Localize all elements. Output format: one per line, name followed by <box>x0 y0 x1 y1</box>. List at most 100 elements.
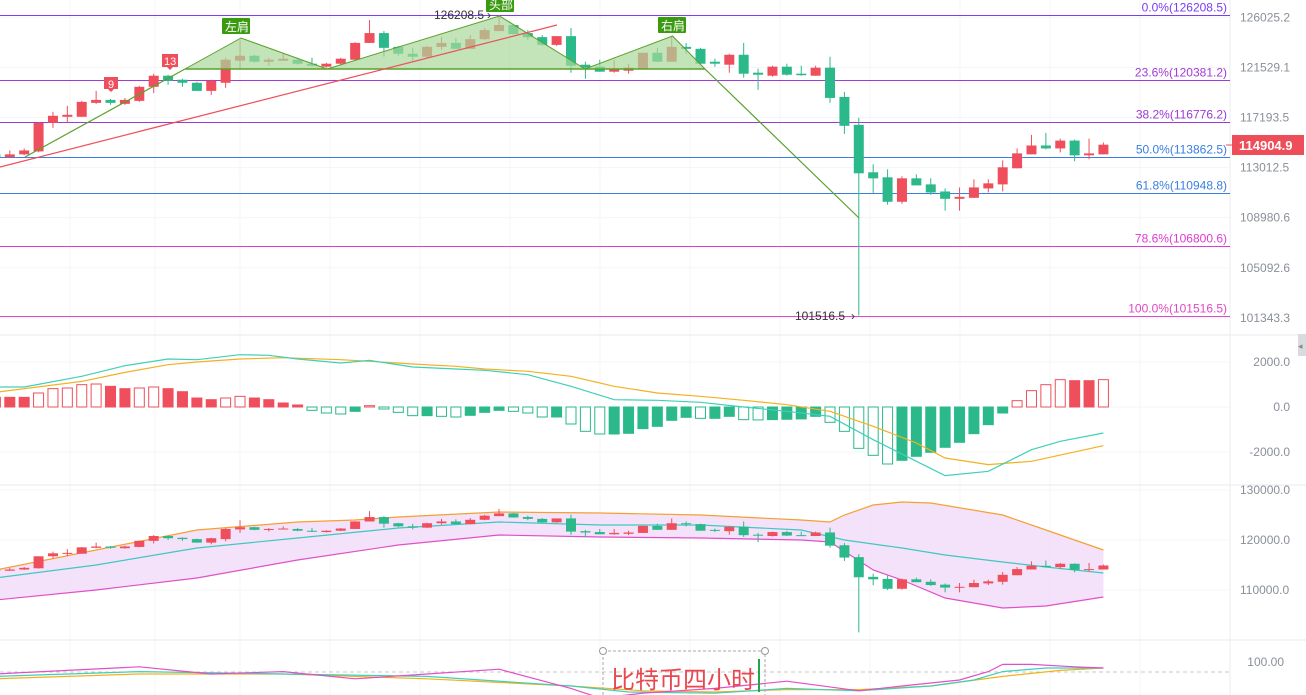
macd-histogram-bar <box>637 406 649 430</box>
boll-candle[interactable] <box>896 578 907 590</box>
macd-histogram-bar <box>248 397 260 408</box>
candle-body <box>33 556 44 569</box>
candle-body <box>738 526 749 536</box>
macd-histogram-bar <box>306 406 318 411</box>
candle-body <box>681 523 692 525</box>
macd-histogram-bar <box>61 387 73 408</box>
macd-histogram-bar <box>450 406 462 418</box>
boll-candle[interactable] <box>551 518 562 523</box>
macd-histogram-bar <box>551 406 563 418</box>
macd-histogram-bar <box>925 406 937 453</box>
macd-histogram-bar <box>507 406 519 412</box>
candle-body <box>47 553 58 557</box>
boll-candle[interactable] <box>637 525 648 533</box>
candle-body <box>134 540 145 547</box>
boll-candle[interactable] <box>508 513 519 518</box>
candle-body <box>235 527 246 530</box>
fib-label: 100.0%(101516.5) <box>1128 302 1227 316</box>
boll-candle[interactable] <box>422 522 433 529</box>
candle-body <box>422 523 433 528</box>
fib-label: 38.2%(116776.2) <box>1136 108 1227 122</box>
candle-body <box>479 515 490 520</box>
candle-body <box>1084 153 1095 156</box>
macd-histogram-bar <box>378 406 390 410</box>
boll-candle[interactable] <box>191 538 202 543</box>
candle-body <box>911 178 922 186</box>
current-price-tag: 114904.9 <box>1226 135 1304 155</box>
price-candle[interactable] <box>76 100 87 117</box>
candle-body <box>753 534 764 536</box>
candle-body <box>940 584 951 588</box>
candle-body <box>364 33 375 43</box>
macd-histogram-bar <box>982 406 994 426</box>
macd-histogram-bar <box>76 384 88 408</box>
macd-histogram-bar <box>939 406 951 448</box>
text-note[interactable]: 比特币四小时 <box>611 666 755 694</box>
macd-histogram-bar <box>205 399 217 408</box>
macd-histogram-bar <box>18 396 30 408</box>
candle-body <box>853 557 864 578</box>
macd-histogram-bar <box>680 406 692 418</box>
macd-histogram-bar <box>1025 390 1037 408</box>
candle-body <box>4 154 15 158</box>
candle-body <box>1084 569 1095 571</box>
candle-body <box>163 536 174 539</box>
boll-candle[interactable] <box>134 540 145 548</box>
boll-candle[interactable] <box>76 546 87 554</box>
candle-body <box>968 187 979 198</box>
candle-body <box>796 73 807 76</box>
boll-candle[interactable] <box>350 521 361 529</box>
kdj-axis-tick: 100.00 <box>1247 655 1284 669</box>
candle-body <box>465 519 476 525</box>
candle-body <box>825 67 836 98</box>
price-candle[interactable] <box>350 42 361 60</box>
candle-body <box>278 528 289 530</box>
macd-axis-tick: 2000.0 <box>1253 355 1290 369</box>
low-arrow-icon: › <box>851 309 855 323</box>
price-candle[interactable] <box>896 176 907 204</box>
macd-histogram-bar <box>407 406 419 417</box>
price-candle[interactable] <box>767 65 778 77</box>
candle-body <box>436 521 447 524</box>
candle-body <box>191 82 202 91</box>
candle-body <box>177 537 188 540</box>
macd-histogram-bar <box>882 406 894 465</box>
candle-body <box>724 54 735 65</box>
boll-axis-tick: 110000.0 <box>1240 583 1289 597</box>
candle-body <box>393 523 404 527</box>
candle-body <box>537 518 548 523</box>
macd-histogram-bar <box>392 406 404 413</box>
candle-body <box>911 579 922 583</box>
current-price-value: 114904.9 <box>1239 138 1293 153</box>
bitcoin-4h-chart[interactable]: 0.0%(126208.5) 23.6%(120381.2) 38.2%(11677… <box>0 0 1306 695</box>
candle-body <box>724 526 735 532</box>
td-count-13-badge: 13 <box>162 54 178 70</box>
boll-candle[interactable] <box>33 556 44 569</box>
price-axis-tick: 105092.6 <box>1240 261 1290 275</box>
note-resize-handle-right[interactable] <box>761 647 769 655</box>
candle-body <box>882 578 893 589</box>
left-shoulder-text: 左肩 <box>225 19 249 34</box>
macd-histogram-bar <box>464 406 476 416</box>
candle-body <box>1040 565 1051 568</box>
macd-histogram-bar <box>824 406 836 423</box>
boll-candle[interactable] <box>335 528 346 532</box>
macd-histogram-bar <box>435 406 447 417</box>
boll-candle[interactable] <box>767 531 778 537</box>
candle-body <box>292 528 303 531</box>
price-axis-tick: 108980.6 <box>1240 211 1290 225</box>
candle-body <box>4 569 15 571</box>
candle-body <box>839 96 850 126</box>
boll-candle[interactable] <box>249 526 260 531</box>
macd-histogram-bar <box>335 406 347 415</box>
candle-body <box>335 58 346 64</box>
head-text: 头部 <box>489 0 513 12</box>
candle-body <box>882 177 893 202</box>
candle-body <box>306 530 317 532</box>
boll-candle[interactable] <box>695 523 706 531</box>
fib-label: 78.6%(106800.6) <box>1135 232 1227 246</box>
note-resize-handle-left[interactable] <box>599 647 607 655</box>
price-candle[interactable] <box>551 36 562 46</box>
macd-histogram-bar <box>608 406 620 435</box>
price-candle[interactable] <box>191 81 202 91</box>
